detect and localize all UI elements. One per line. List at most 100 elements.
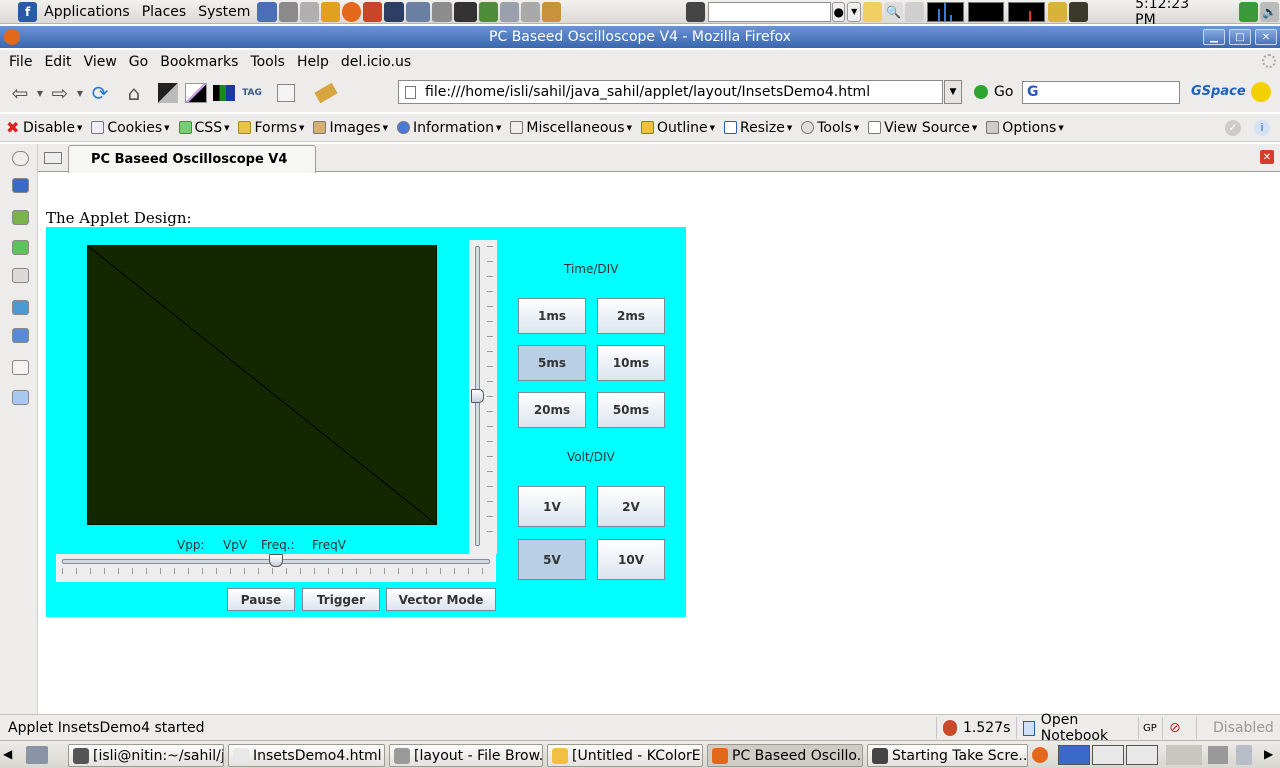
battery-icon[interactable] bbox=[1238, 1, 1258, 22]
smiley-icon[interactable] bbox=[1251, 82, 1271, 102]
tab-active[interactable]: PC Baseed Oscilloscope V4 bbox=[68, 145, 316, 173]
menu-tools[interactable]: Tools bbox=[244, 54, 291, 70]
taskbar-task[interactable]: [layout - File Brow... bbox=[389, 744, 543, 767]
time-div-button-2ms[interactable]: 2ms bbox=[597, 298, 665, 334]
window-titlebar[interactable]: PC Baseed Oscilloscope V4 - Mozilla Fire… bbox=[0, 26, 1280, 48]
network-monitor-graph[interactable] bbox=[1008, 1, 1045, 22]
workspace-1[interactable] bbox=[1058, 745, 1090, 765]
tag-button[interactable]: TAG bbox=[238, 79, 266, 107]
firefox-tray-icon[interactable] bbox=[1032, 747, 1048, 763]
horizontal-position-slider[interactable] bbox=[56, 554, 496, 582]
taskbar-task[interactable]: Starting Take Scre... bbox=[867, 744, 1028, 767]
information-menu[interactable]: Information ▼ bbox=[396, 120, 501, 136]
trash-icon[interactable] bbox=[1236, 745, 1252, 765]
launcher-matrix-icon[interactable] bbox=[453, 1, 477, 22]
panel-search-input[interactable] bbox=[708, 1, 831, 22]
forms-menu[interactable]: Forms ▼ bbox=[238, 120, 304, 136]
go-button[interactable]: Go bbox=[974, 84, 1013, 100]
javascript-console-icon[interactable] bbox=[12, 360, 29, 375]
page-info-icon[interactable] bbox=[272, 79, 300, 107]
volt-div-button-1V[interactable]: 1V bbox=[518, 486, 586, 527]
system-menu[interactable]: System bbox=[192, 4, 256, 20]
taskbar-task[interactable]: [Untitled - KColorE... bbox=[547, 744, 703, 767]
show-desktop-icon[interactable] bbox=[26, 746, 48, 764]
load-timer[interactable]: 1.527s bbox=[936, 717, 1016, 739]
inspector-icon[interactable] bbox=[12, 390, 29, 405]
taskbar-task[interactable]: PC Baseed Oscillo... bbox=[707, 744, 863, 767]
blocked-icon[interactable]: ⊘ bbox=[1162, 717, 1196, 739]
cookies-menu[interactable]: Cookies ▼ bbox=[91, 120, 170, 136]
volt-div-button-5V[interactable]: 5V bbox=[518, 539, 586, 580]
maximize-button[interactable]: □ bbox=[1229, 29, 1251, 45]
launcher-gear-icon[interactable] bbox=[478, 1, 498, 22]
menu-edit[interactable]: Edit bbox=[38, 54, 77, 70]
addons-puzzle-icon[interactable] bbox=[12, 240, 29, 255]
lock-icon[interactable] bbox=[1047, 1, 1067, 22]
volt-div-button-2V[interactable]: 2V bbox=[597, 486, 665, 527]
panel-arrow-icon[interactable] bbox=[12, 300, 29, 315]
magnifier-icon[interactable]: 🔍 bbox=[884, 1, 904, 22]
ruler-icon[interactable] bbox=[312, 79, 340, 107]
gspace-button[interactable]: GSpace bbox=[1191, 84, 1246, 99]
launcher-disk-icon[interactable] bbox=[499, 1, 519, 22]
basket-icon[interactable] bbox=[12, 210, 29, 225]
taskbar-task[interactable]: InsetsDemo4.html ... bbox=[228, 744, 385, 767]
compass-icon[interactable] bbox=[12, 268, 29, 283]
url-history-dropdown[interactable]: ▼ bbox=[944, 80, 962, 104]
time-div-button-20ms[interactable]: 20ms bbox=[518, 392, 586, 428]
forward-button[interactable]: ⇨ bbox=[46, 79, 74, 107]
terminal-tray-icon[interactable] bbox=[1068, 1, 1089, 22]
outline-menu[interactable]: Outline ▼ bbox=[640, 120, 715, 136]
vector-mode-button[interactable]: Vector Mode bbox=[386, 588, 496, 611]
view-source-menu[interactable]: View Source ▼ bbox=[868, 120, 977, 136]
menu-bookmarks[interactable]: Bookmarks bbox=[154, 54, 244, 70]
workspace-4[interactable] bbox=[1166, 745, 1202, 765]
close-tab-button[interactable]: ✕ bbox=[1260, 150, 1274, 164]
volt-div-button-10V[interactable]: 10V bbox=[597, 539, 665, 580]
notes-icon[interactable] bbox=[862, 1, 883, 22]
back-button[interactable]: ⇦ bbox=[6, 79, 34, 107]
google-engine-icon[interactable]: G bbox=[1027, 84, 1039, 100]
network-tray-icon[interactable] bbox=[1208, 746, 1228, 764]
menu-go[interactable]: Go bbox=[123, 54, 154, 70]
miscellaneous-menu[interactable]: Miscellaneous ▼ bbox=[510, 120, 632, 136]
launcher-app-icon[interactable] bbox=[278, 1, 298, 22]
trigger-button[interactable]: Trigger bbox=[302, 588, 380, 611]
images-menu[interactable]: Images ▼ bbox=[313, 120, 388, 136]
search-options-icon[interactable]: ● bbox=[831, 1, 846, 22]
back-history-icon[interactable]: ▼ bbox=[34, 79, 46, 107]
camera-icon[interactable] bbox=[686, 1, 706, 22]
options-menu[interactable]: Options ▼ bbox=[986, 120, 1064, 136]
url-input[interactable]: file:///home/isli/sahil/java_sahil/apple… bbox=[398, 80, 943, 104]
search-dropdown-icon[interactable]: ▼ bbox=[847, 1, 861, 22]
new-tab-icon[interactable] bbox=[44, 152, 62, 164]
firefox-launcher-icon[interactable] bbox=[342, 1, 362, 22]
launcher-media-icon[interactable] bbox=[320, 1, 341, 22]
calendar-icon[interactable] bbox=[12, 328, 29, 343]
panel-clock[interactable]: 5:12:23 PM bbox=[1135, 0, 1211, 28]
css-menu[interactable]: CSS ▼ bbox=[178, 120, 229, 136]
fedora-logo-icon[interactable]: f bbox=[18, 1, 38, 22]
firefox-window-icon[interactable] bbox=[4, 29, 20, 45]
color-swatch-icon[interactable] bbox=[182, 79, 210, 107]
minimize-button[interactable]: ▁ bbox=[1203, 29, 1225, 45]
reload-button[interactable]: ⟳ bbox=[86, 79, 114, 107]
info-status-icon[interactable]: i bbox=[1254, 120, 1270, 136]
workspace-2[interactable] bbox=[1092, 745, 1124, 765]
resize-menu[interactable]: Resize ▼ bbox=[724, 120, 792, 136]
open-notebook-button[interactable]: Open Notebook bbox=[1016, 712, 1138, 744]
disabled-indicator[interactable]: Disabled bbox=[1196, 717, 1280, 739]
vertical-slider-thumb[interactable] bbox=[471, 389, 484, 403]
menu-help[interactable]: Help bbox=[291, 54, 335, 70]
tools-menu[interactable]: Tools ▼ bbox=[801, 120, 859, 136]
applications-menu[interactable]: Applications bbox=[38, 4, 136, 20]
launcher-archive-icon[interactable] bbox=[542, 1, 562, 22]
google-search-input[interactable]: G bbox=[1022, 81, 1180, 104]
power-plug-icon[interactable] bbox=[905, 1, 925, 22]
menu-file[interactable]: File bbox=[3, 54, 38, 70]
disable-menu[interactable]: ✖ Disable ▼ bbox=[6, 120, 82, 136]
memory-monitor-graph[interactable] bbox=[967, 1, 1005, 22]
validation-check-icon[interactable]: ✓ bbox=[1225, 120, 1241, 136]
time-div-button-10ms[interactable]: 10ms bbox=[597, 345, 665, 381]
scroll-left-icon[interactable]: ◀ bbox=[3, 747, 12, 761]
